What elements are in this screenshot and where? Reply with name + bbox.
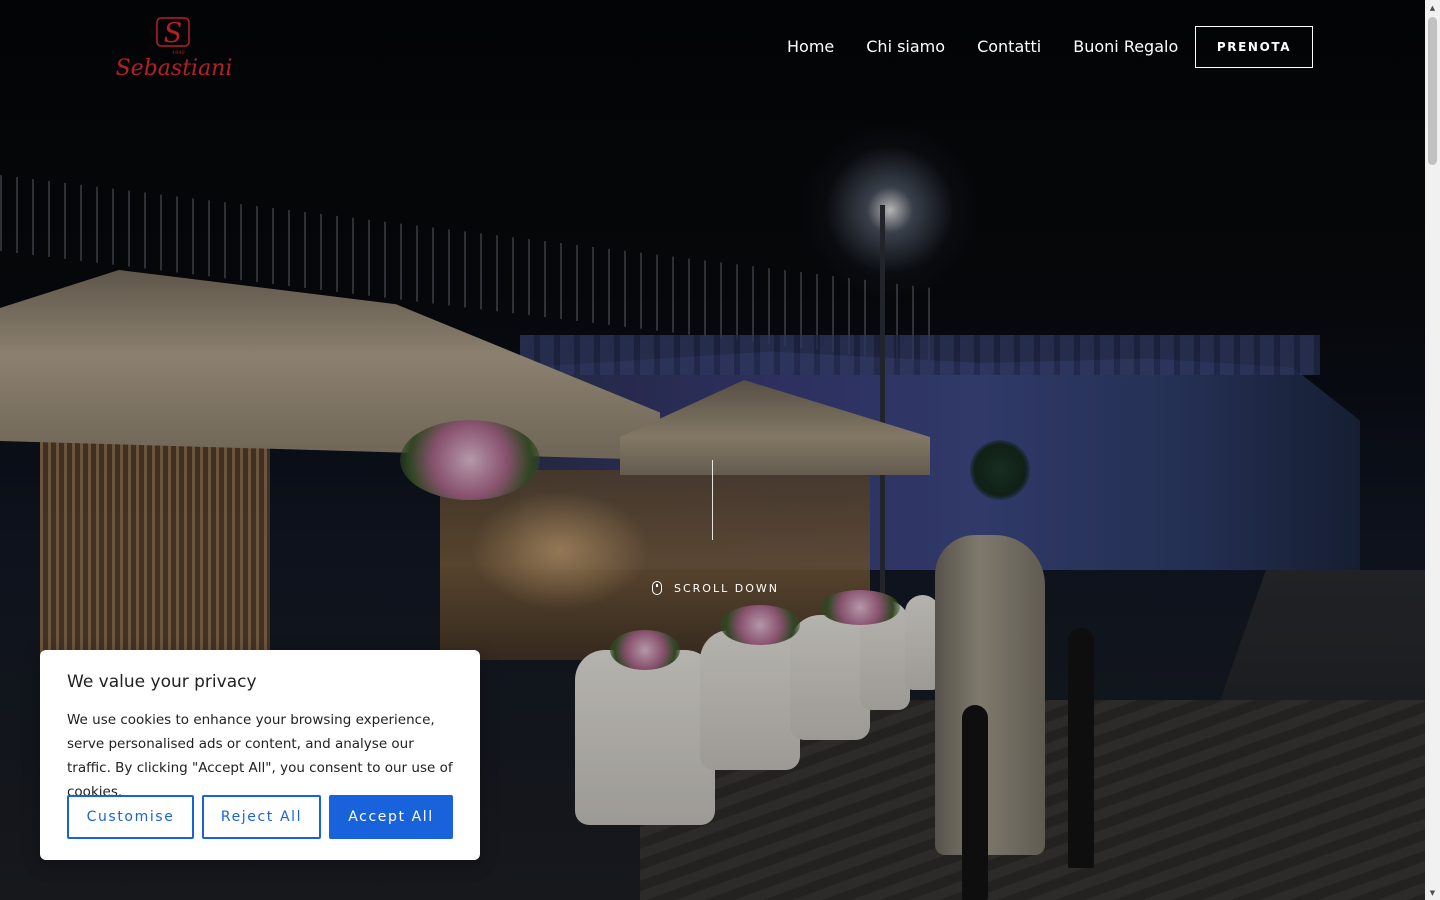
accept-all-button[interactable]: Accept All: [329, 795, 453, 839]
scroll-down-label: SCROLL DOWN: [674, 581, 779, 595]
logo-mark: S Sebastiani: [116, 17, 233, 81]
cookie-title: We value your privacy: [67, 672, 257, 692]
logo-year: 1940: [172, 50, 185, 56]
nav-chi-siamo[interactable]: Chi siamo: [866, 37, 945, 56]
customise-button[interactable]: Customise: [67, 795, 194, 839]
nav-contatti[interactable]: Contatti: [977, 37, 1041, 56]
logo[interactable]: S Sebastiani 1940: [112, 16, 236, 81]
scroll-down-link[interactable]: SCROLL DOWN: [652, 581, 779, 595]
page-scrollbar[interactable]: ▲ ▼: [1425, 0, 1440, 900]
mouse-icon: [652, 581, 662, 595]
cookie-actions: Customise Reject All Accept All: [67, 795, 453, 839]
scroll-indicator-line: [712, 460, 713, 540]
chevron-up-icon[interactable]: ▲: [1425, 0, 1440, 15]
main-nav: Home Chi siamo Contatti Buoni Regalo: [787, 37, 1178, 56]
logo-monogram: S: [164, 18, 183, 49]
prenota-button[interactable]: PRENOTA: [1195, 26, 1313, 68]
scrollbar-thumb[interactable]: [1428, 17, 1437, 165]
nav-buoni-regalo[interactable]: Buoni Regalo: [1073, 37, 1178, 56]
logo-wordmark: Sebastiani: [116, 56, 233, 80]
nav-home[interactable]: Home: [787, 37, 834, 56]
site-header: S Sebastiani 1940 Home Chi siamo Contatt…: [0, 0, 1425, 95]
chevron-down-icon[interactable]: ▼: [1425, 885, 1440, 900]
cookie-consent-banner: We value your privacy We use cookies to …: [40, 650, 480, 860]
cookie-description: We use cookies to enhance your browsing …: [67, 712, 453, 800]
reject-all-button[interactable]: Reject All: [202, 795, 321, 839]
